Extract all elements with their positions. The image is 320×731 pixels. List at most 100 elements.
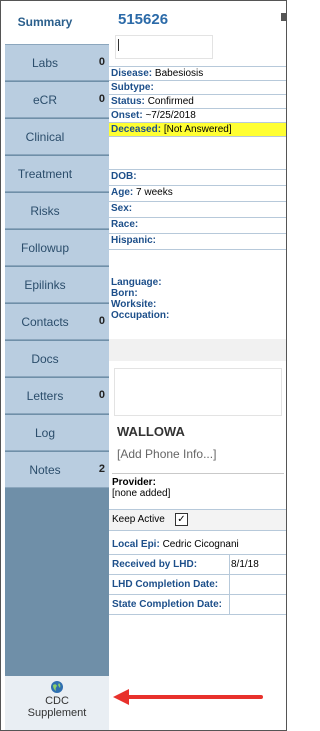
- demographics-grid: DOB: Age: 7 weeks Sex: Race: Hispanic:: [109, 169, 286, 250]
- tab-epilinks[interactable]: Epilinks: [5, 267, 109, 303]
- dob-row[interactable]: DOB:: [109, 170, 286, 186]
- tab-summary[interactable]: Summary: [5, 1, 109, 45]
- tab-count: 0: [98, 315, 105, 327]
- tab-label: Epilinks: [24, 278, 66, 292]
- worksite-label: Worksite:: [111, 299, 157, 310]
- social-info-block: Language: Born: Worksite: Occupation:: [111, 277, 169, 321]
- keep-active-checkbox[interactable]: ✓: [175, 513, 188, 526]
- onset-label: Onset:: [111, 110, 143, 121]
- tab-label: Labs: [31, 56, 59, 70]
- deceased-label: Deceased:: [111, 124, 162, 135]
- tab-ecr[interactable]: eCR 0: [5, 82, 109, 118]
- sex-label: Sex:: [111, 203, 133, 214]
- tab-label: Contacts: [21, 315, 69, 329]
- provider-section[interactable]: Provider: [none added]: [112, 473, 284, 499]
- patient-name-field[interactable]: [115, 35, 213, 59]
- pointer-arrow-icon: [113, 689, 263, 705]
- tab-notes[interactable]: Notes 2: [5, 452, 109, 488]
- subtype-label: Subtype:: [111, 82, 154, 93]
- tab-label: eCR: [32, 93, 57, 107]
- race-row[interactable]: Race:: [109, 218, 286, 234]
- tab-label: Summary: [17, 15, 73, 29]
- tab-label: Docs: [31, 352, 59, 366]
- globe-icon: [51, 681, 63, 693]
- tab-clinical[interactable]: Clinical: [5, 119, 109, 155]
- received-label: Received by LHD:: [112, 559, 198, 570]
- tab-count: 2: [98, 463, 105, 475]
- status-value: Confirmed: [147, 96, 194, 107]
- provider-value: [none added]: [112, 488, 171, 499]
- tab-contacts[interactable]: Contacts 0: [5, 304, 109, 340]
- local-epi-key: Local Epi:: [112, 539, 160, 550]
- deceased-row[interactable]: Deceased: [Not Answered]: [109, 123, 286, 137]
- tab-log[interactable]: Log: [5, 415, 109, 451]
- state-completion-row[interactable]: State Completion Date:: [109, 595, 286, 615]
- tab-label: Followup: [20, 241, 70, 255]
- case-summary-window: Summary Labs 0 eCR 0 Clinical Treatment …: [0, 0, 287, 731]
- section-divider: [109, 339, 286, 361]
- tab-treatment[interactable]: Treatment: [5, 156, 109, 192]
- tab-count: 0: [98, 56, 105, 68]
- column-divider: [229, 575, 230, 594]
- address-field[interactable]: [114, 368, 282, 416]
- disease-row[interactable]: Disease: Babesiosis: [109, 67, 286, 81]
- add-phone-link[interactable]: [Add Phone Info...]: [117, 447, 216, 461]
- received-row[interactable]: Received by LHD: 8/1/18: [109, 555, 286, 575]
- disease-value: Babesiosis: [154, 68, 204, 79]
- tab-count: 0: [98, 93, 105, 105]
- dob-label: DOB:: [111, 171, 137, 182]
- tab-count: 0: [98, 389, 105, 401]
- age-label: Age:: [111, 187, 134, 198]
- local-epi-label: Local Epi: Cedric Cicognani: [112, 535, 239, 554]
- cdc-supplement-button[interactable]: CDC Supplement: [5, 676, 109, 730]
- hispanic-row[interactable]: Hispanic:: [109, 234, 286, 250]
- subtype-row[interactable]: Subtype:: [109, 81, 286, 95]
- keep-active-label: Keep Active: [112, 514, 165, 525]
- deceased-value: [Not Answered]: [163, 124, 232, 135]
- tab-risks[interactable]: Risks: [5, 193, 109, 229]
- tab-letters[interactable]: Letters 0: [5, 378, 109, 414]
- language-label: Language:: [111, 277, 162, 288]
- age-row[interactable]: Age: 7 weeks: [109, 186, 286, 202]
- state-completion-label: State Completion Date:: [112, 599, 223, 610]
- tab-label: Risks: [30, 204, 60, 218]
- tab-followup[interactable]: Followup: [5, 230, 109, 266]
- onset-value: ~7/25/2018: [145, 110, 196, 121]
- tab-label: Notes: [29, 463, 61, 477]
- hispanic-label: Hispanic:: [111, 235, 157, 246]
- epi-table: Local Epi: Cedric Cicognani Received by …: [109, 535, 286, 615]
- status-row[interactable]: Status: Confirmed: [109, 95, 286, 109]
- occupation-label: Occupation:: [111, 310, 170, 321]
- status-label: Status:: [111, 96, 145, 107]
- lhd-completion-row[interactable]: LHD Completion Date:: [109, 575, 286, 595]
- onset-row[interactable]: Onset: ~7/25/2018: [109, 109, 286, 123]
- tab-label: Log: [34, 426, 56, 440]
- case-detail-panel: 515626 Disease: Babesiosis Subtype: Stat…: [109, 1, 286, 730]
- keep-active-row: Keep Active ✓: [109, 509, 286, 531]
- age-value: 7 weeks: [136, 187, 173, 198]
- window-icon[interactable]: [281, 13, 286, 21]
- local-epi-row[interactable]: Local Epi: Cedric Cicognani: [109, 535, 286, 555]
- case-id: 515626: [118, 11, 169, 28]
- race-label: Race:: [111, 219, 139, 230]
- column-divider: [229, 595, 230, 614]
- sidebar-nav: Summary Labs 0 eCR 0 Clinical Treatment …: [5, 1, 109, 730]
- tab-label: Treatment: [17, 167, 73, 181]
- provider-label: Provider:: [112, 477, 156, 488]
- county-name: WALLOWA: [117, 424, 185, 439]
- supplement-label: Supplement: [27, 707, 87, 719]
- tab-label: Letters: [26, 389, 64, 403]
- tab-docs[interactable]: Docs: [5, 341, 109, 377]
- local-epi-value: Cedric Cicognani: [162, 539, 239, 550]
- tab-labs[interactable]: Labs 0: [5, 45, 109, 81]
- cdc-label: CDC: [45, 695, 69, 707]
- column-divider: [229, 555, 230, 574]
- lhd-completion-label: LHD Completion Date:: [112, 579, 219, 590]
- disease-label: Disease:: [111, 68, 153, 79]
- sex-row[interactable]: Sex:: [109, 202, 286, 218]
- tab-label: Clinical: [25, 130, 65, 144]
- text-cursor: [118, 39, 119, 51]
- received-value: 8/1/18: [231, 559, 259, 570]
- born-label: Born:: [111, 288, 138, 299]
- case-info-grid: Disease: Babesiosis Subtype: Status: Con…: [109, 66, 286, 137]
